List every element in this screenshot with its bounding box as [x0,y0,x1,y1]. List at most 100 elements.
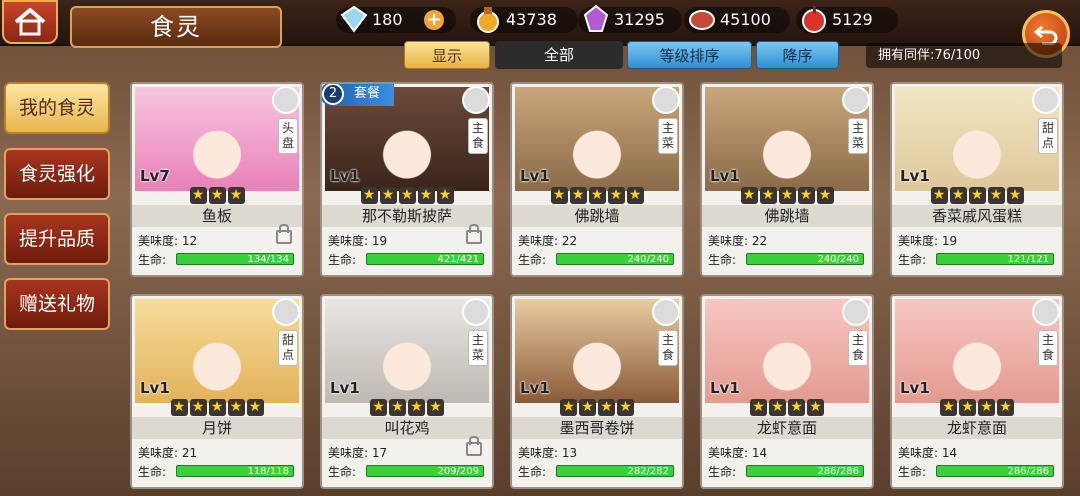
star-icon: ★ [408,399,425,416]
taste-value: 17 [371,446,388,460]
level-sort-button[interactable]: 等级排序 [627,41,752,69]
star-icon: ★ [436,187,454,204]
star-icon: ★ [379,187,397,204]
taste-label: 美味度: [898,446,939,460]
star-icon: ★ [607,187,625,204]
star-icon: ★ [617,399,634,416]
level-label: Lv1 [900,167,930,185]
star-icon: ★ [807,399,824,416]
hp-label: 生命: [708,465,737,479]
all-filter-dropdown[interactable]: 全部 [495,41,623,69]
spirit-name: 那不勒斯披萨 [322,205,492,227]
star-icon: ★ [227,399,245,416]
dish-category: 甜点 [1038,118,1058,154]
apple-icon [802,6,826,33]
lock-icon[interactable] [276,224,292,244]
star-icon: ★ [816,187,834,204]
lock-icon[interactable] [466,436,482,456]
sidebar-item-give-gift[interactable]: 赠送礼物 [4,278,110,330]
crystal-count: 31295 [614,10,665,29]
spirit-card[interactable]: 甜点 Lv1 ★ ★ ★ ★ ★ 香菜戚风蛋糕 美味度: 19 生命: 121/121 [890,82,1064,277]
home-button[interactable] [2,0,58,44]
sidebar-item-upgrade-quality[interactable]: 提升品质 [4,213,110,265]
spirit-name: 香菜戚风蛋糕 [892,205,1062,227]
star-icon: ★ [978,399,995,416]
category-badge-icon [272,86,300,114]
taste-stat: 美味度: 14 [898,444,957,461]
spirit-card[interactable]: 主食 Lv1 ★ ★ ★ ★ 龙虾意面 美味度: 14 生命: 286/286 [890,294,1064,489]
spirit-name: 墨西哥卷饼 [512,417,682,439]
taste-label: 美味度: [708,446,749,460]
taste-value: 14 [941,446,958,460]
taste-label: 美味度: [328,234,369,248]
taste-value: 14 [751,446,768,460]
star-icon: ★ [750,399,767,416]
descending-button[interactable]: 降序 [756,41,839,69]
spirit-card[interactable]: 主菜 Lv1 ★ ★ ★ ★ ★ 佛跳墙 美味度: 22 生命: 240/240 [700,82,874,277]
dish-category: 主食 [658,330,678,366]
star-icon: ★ [769,399,786,416]
star-icon: ★ [227,187,245,204]
star-icon: ★ [569,187,587,204]
star-rating: ★ ★ ★ ★ [512,396,682,416]
star-rating: ★ ★ ★ [132,184,302,204]
star-rating: ★ ★ ★ ★ [892,396,1062,416]
taste-stat: 美味度: 17 [328,444,387,461]
star-icon: ★ [417,187,435,204]
taste-label: 美味度: [138,234,179,248]
spirit-card[interactable]: 主食 Lv1 ★ ★ ★ ★ ★ 那不勒斯披萨 美味度: 19 生命: 421/421 2 套餐 [320,82,494,277]
star-icon: ★ [398,187,416,204]
gold-count: 43738 [506,10,557,29]
star-rating: ★ ★ ★ ★ ★ [702,184,872,204]
hp-bar: 282/282 [556,465,674,477]
crystal-icon [583,4,609,32]
gold-resource: 43738 [470,7,578,33]
category-badge-icon [1032,86,1060,114]
level-label: Lv1 [710,167,740,185]
star-icon: ★ [579,399,596,416]
display-filter-button[interactable]: 显示 [404,41,490,69]
star-icon: ★ [427,399,444,416]
hp-label: 生命: [138,465,167,479]
taste-stat: 美味度: 14 [708,444,767,461]
level-label: Lv1 [330,167,360,185]
sidebar-item-enhance[interactable]: 食灵强化 [4,148,110,200]
star-icon: ★ [189,187,207,204]
star-icon: ★ [949,187,967,204]
taste-value: 21 [181,446,198,460]
level-label: Lv1 [900,379,930,397]
taste-label: 美味度: [518,446,559,460]
taste-value: 22 [751,234,768,248]
add-diamond-button[interactable]: + [424,10,444,30]
lock-icon[interactable] [466,224,482,244]
hp-label: 生命: [898,253,927,267]
level-label: Lv1 [140,379,170,397]
meat-count: 45100 [720,10,771,29]
taste-stat: 美味度: 22 [518,232,577,249]
hp-label: 生命: [328,465,357,479]
spirit-name: 佛跳墙 [702,205,872,227]
category-badge-icon [842,86,870,114]
star-icon: ★ [598,399,615,416]
star-icon: ★ [759,187,777,204]
star-icon: ★ [360,187,378,204]
star-icon: ★ [626,187,644,204]
taste-label: 美味度: [328,446,369,460]
spirit-card[interactable]: 主食 Lv1 ★ ★ ★ ★ 龙虾意面 美味度: 14 生命: 286/286 [700,294,874,489]
star-icon: ★ [987,187,1005,204]
category-badge-icon [272,298,300,326]
sidebar-item-my-spirits[interactable]: 我的食灵 [4,82,110,134]
spirit-card[interactable]: 主菜 Lv1 ★ ★ ★ ★ ★ 佛跳墙 美味度: 22 生命: 240/240 [510,82,684,277]
spirit-card[interactable]: 主菜 Lv1 ★ ★ ★ ★ 叫花鸡 美味度: 17 生命: 209/209 [320,294,494,489]
hp-label: 生命: [518,253,547,267]
diamond-icon [340,5,368,33]
star-icon: ★ [370,399,387,416]
taste-value: 19 [371,234,388,248]
spirit-card[interactable]: 主食 Lv1 ★ ★ ★ ★ 墨西哥卷饼 美味度: 13 生命: 282/282 [510,294,684,489]
spirit-card[interactable]: 甜点 Lv1 ★ ★ ★ ★ ★ 月饼 美味度: 21 生命: 118/118 [130,294,304,489]
spirit-card[interactable]: 头盘 Lv7 ★ ★ ★ 鱼板 美味度: 12 生命: 134/134 [130,82,304,277]
taste-label: 美味度: [708,234,749,248]
star-rating: ★ ★ ★ ★ ★ [512,184,682,204]
apple-count: 5129 [832,10,873,29]
taste-value: 19 [941,234,958,248]
